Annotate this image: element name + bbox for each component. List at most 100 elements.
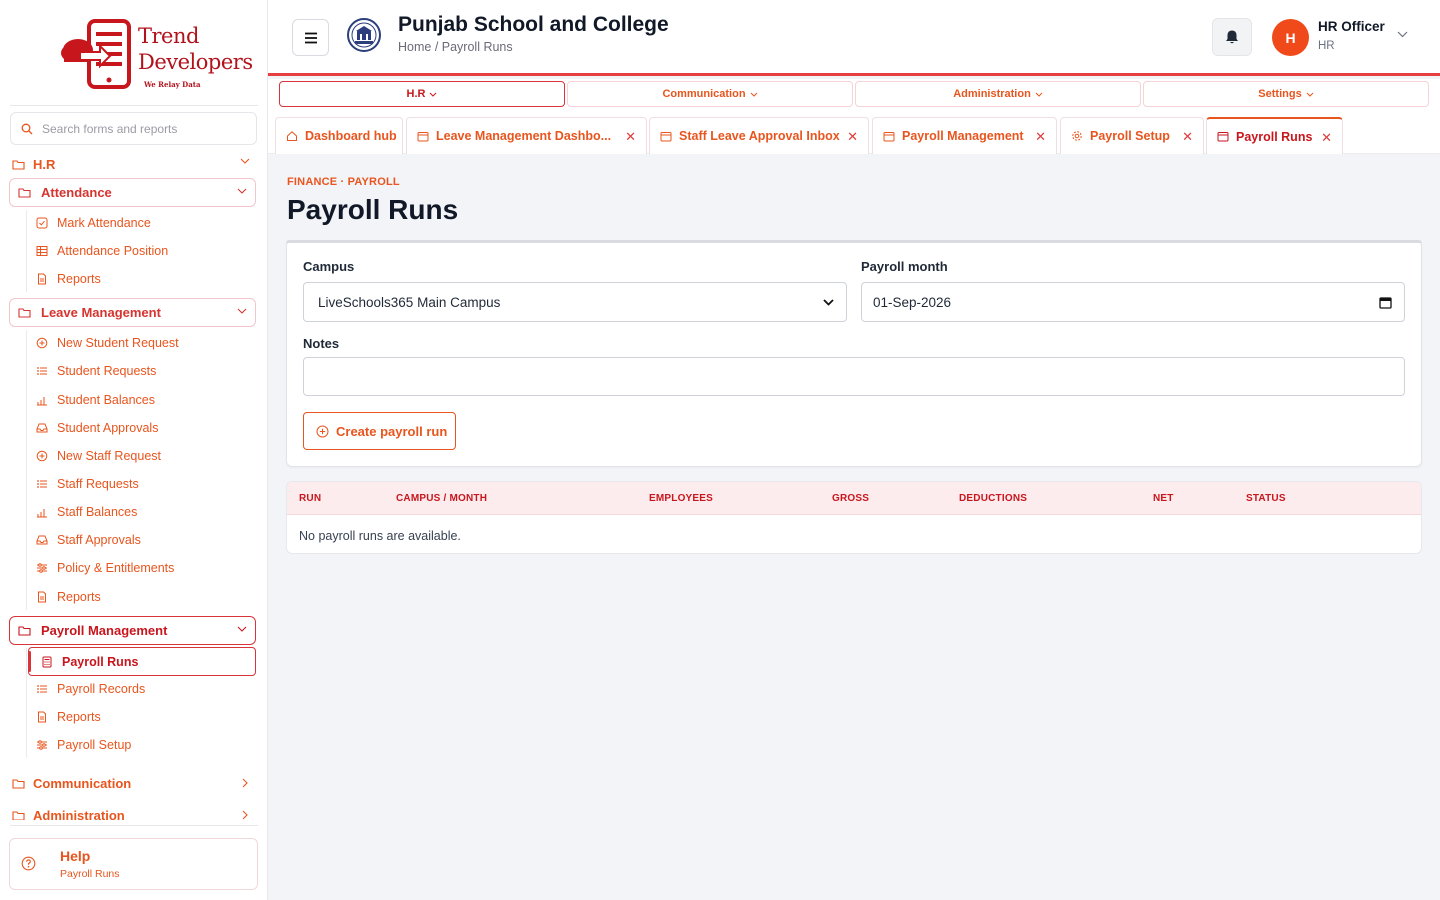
sidebar-item-label: Reports bbox=[57, 710, 101, 724]
tab-close-icon[interactable]: ✕ bbox=[1035, 130, 1046, 143]
chevron-down-icon bbox=[430, 92, 437, 97]
sidebar-item-policy-entitlements[interactable]: Policy & Entitlements bbox=[36, 558, 174, 578]
chevron-down-icon bbox=[237, 188, 247, 194]
module-settings[interactable]: Settings bbox=[1143, 81, 1429, 107]
sidebar-item-new-student-request[interactable]: New Student Request bbox=[36, 333, 179, 353]
sidebar-item-staff-approvals[interactable]: Staff Approvals bbox=[36, 530, 141, 550]
sidebar-item-label: New Student Request bbox=[57, 336, 179, 350]
search-icon bbox=[21, 123, 33, 134]
notes-input[interactable] bbox=[303, 357, 1405, 396]
tab-payroll-runs[interactable]: Payroll Runs ✕ bbox=[1206, 117, 1343, 154]
sidebar-item-staff-requests[interactable]: Staff Requests bbox=[36, 474, 139, 494]
window-icon bbox=[660, 131, 672, 141]
sidebar-item-payroll-setup[interactable]: Payroll Setup bbox=[36, 735, 131, 755]
sub-tree-line bbox=[26, 330, 27, 610]
sidebar-group-attendance[interactable]: Attendance bbox=[9, 178, 256, 207]
sidebar-item-new-staff-request[interactable]: New Staff Request bbox=[36, 446, 161, 466]
column-header-employees[interactable]: EMPLOYEES bbox=[649, 493, 713, 504]
module-administration[interactable]: Administration bbox=[855, 81, 1141, 107]
sidebar-item-label: Staff Requests bbox=[57, 477, 139, 491]
sub-tree-line bbox=[26, 210, 27, 292]
module-menu: H.R Communication Administration Setting… bbox=[268, 79, 1440, 111]
tab-close-icon[interactable]: ✕ bbox=[625, 130, 636, 143]
sidebar-section-hr-label: H.R bbox=[33, 156, 56, 172]
chevron-down-icon bbox=[1306, 92, 1314, 97]
table-icon bbox=[36, 246, 48, 256]
module-label: Settings bbox=[1258, 88, 1302, 100]
sidebar-item-leave-reports[interactable]: Reports bbox=[36, 587, 101, 607]
sidebar-item-mark-attendance[interactable]: Mark Attendance bbox=[36, 213, 151, 233]
report-icon bbox=[38, 273, 46, 285]
column-header-net[interactable]: NET bbox=[1153, 493, 1174, 504]
brand-tagline: We Relay Data bbox=[144, 80, 201, 89]
sidebar-item-payroll-records[interactable]: Payroll Records bbox=[36, 679, 145, 699]
logo-mark-icon bbox=[61, 19, 131, 89]
sidebar-item-attendance-position[interactable]: Attendance Position bbox=[36, 241, 168, 261]
top-header: Punjab School and College Home / Payroll… bbox=[268, 0, 1440, 76]
user-role: HR bbox=[1318, 40, 1335, 52]
report-icon bbox=[38, 711, 46, 723]
create-run-form bbox=[286, 240, 1422, 467]
sidebar-item-staff-balances[interactable]: Staff Balances bbox=[36, 502, 137, 522]
inbox-icon bbox=[36, 535, 48, 545]
sidebar-item-student-approvals[interactable]: Student Approvals bbox=[36, 418, 158, 438]
plus-circle-icon bbox=[36, 337, 48, 349]
module-label: Communication bbox=[662, 88, 746, 100]
sliders-icon bbox=[37, 563, 47, 573]
tab-payroll-management[interactable]: Payroll Management ✕ bbox=[872, 117, 1057, 154]
campus-select[interactable]: LiveSchools365 Main Campus bbox=[303, 282, 847, 322]
window-icon bbox=[417, 131, 429, 141]
table-header: RUN CAMPUS / MONTH EMPLOYEES GROSS DEDUC… bbox=[287, 482, 1421, 515]
tab-leave-management-dashboard[interactable]: Leave Management Dashbo... ✕ bbox=[406, 117, 647, 154]
tab-payroll-setup[interactable]: Payroll Setup ✕ bbox=[1060, 117, 1204, 154]
calculator-icon bbox=[42, 656, 52, 667]
menu-toggle-button[interactable] bbox=[292, 19, 329, 56]
module-hr[interactable]: H.R bbox=[279, 81, 565, 107]
hamburger-icon bbox=[304, 32, 317, 43]
sidebar-item-label: Student Balances bbox=[57, 393, 155, 407]
sidebar-item-label: Mark Attendance bbox=[57, 216, 151, 230]
column-header-deductions[interactable]: DEDUCTIONS bbox=[959, 493, 1027, 504]
page-eyebrow: FINANCE · PAYROLL bbox=[287, 176, 400, 188]
tab-close-icon[interactable]: ✕ bbox=[1321, 131, 1332, 144]
sidebar-item-payroll-runs[interactable]: Payroll Runs bbox=[28, 647, 256, 676]
sidebar-section-administration[interactable]: Administration bbox=[12, 803, 256, 820]
help-circle-icon bbox=[21, 856, 36, 871]
chevron-down-icon[interactable] bbox=[1397, 31, 1408, 38]
column-header-campus-month[interactable]: CAMPUS / MONTH bbox=[396, 493, 487, 504]
column-header-run[interactable]: RUN bbox=[299, 493, 321, 504]
user-avatar[interactable]: H bbox=[1272, 19, 1309, 56]
help-panel[interactable]: Help Payroll Runs bbox=[9, 838, 258, 890]
sidebar-item-student-requests[interactable]: Student Requests bbox=[36, 361, 156, 381]
create-payroll-run-button[interactable]: Create payroll run bbox=[303, 412, 456, 450]
module-label: Administration bbox=[953, 88, 1031, 100]
breadcrumb[interactable]: Home / Payroll Runs bbox=[398, 40, 513, 54]
chevron-down-icon bbox=[750, 92, 757, 97]
campus-label: Campus bbox=[303, 259, 355, 274]
sidebar-group-leave-management[interactable]: Leave Management bbox=[9, 298, 256, 327]
tab-close-icon[interactable]: ✕ bbox=[1182, 130, 1193, 143]
sidebar-group-payroll-management[interactable]: Payroll Management bbox=[9, 616, 256, 645]
chevron-right-icon bbox=[242, 778, 248, 788]
chevron-down-icon bbox=[237, 308, 247, 314]
tab-dashboard-hub[interactable]: Dashboard hub bbox=[275, 117, 403, 154]
sidebar-item-payroll-reports[interactable]: Reports bbox=[36, 707, 101, 727]
module-communication[interactable]: Communication bbox=[567, 81, 853, 107]
column-header-gross[interactable]: GROSS bbox=[832, 493, 869, 504]
sidebar-divider bbox=[10, 825, 258, 826]
tab-close-icon[interactable]: ✕ bbox=[847, 130, 858, 143]
tab-staff-leave-approval-inbox[interactable]: Staff Leave Approval Inbox ✕ bbox=[649, 117, 869, 154]
notifications-button[interactable] bbox=[1212, 18, 1252, 56]
calendar-icon[interactable] bbox=[1379, 296, 1392, 309]
module-label: H.R bbox=[406, 88, 426, 100]
user-name[interactable]: HR Officer bbox=[1318, 19, 1385, 34]
search-input[interactable] bbox=[42, 121, 242, 136]
payroll-month-input[interactable]: 01-Sep-2026 bbox=[861, 282, 1405, 322]
sidebar-item-attendance-reports[interactable]: Reports bbox=[36, 269, 101, 289]
folder-icon bbox=[18, 626, 31, 636]
column-header-status[interactable]: STATUS bbox=[1246, 493, 1286, 504]
sidebar-section-hr[interactable]: H.R bbox=[12, 152, 256, 176]
sidebar-item-student-balances[interactable]: Student Balances bbox=[36, 390, 155, 410]
sidebar-section-communication[interactable]: Communication bbox=[12, 771, 256, 795]
brand-logo[interactable]: Trend Developers We Relay Data bbox=[58, 18, 253, 92]
